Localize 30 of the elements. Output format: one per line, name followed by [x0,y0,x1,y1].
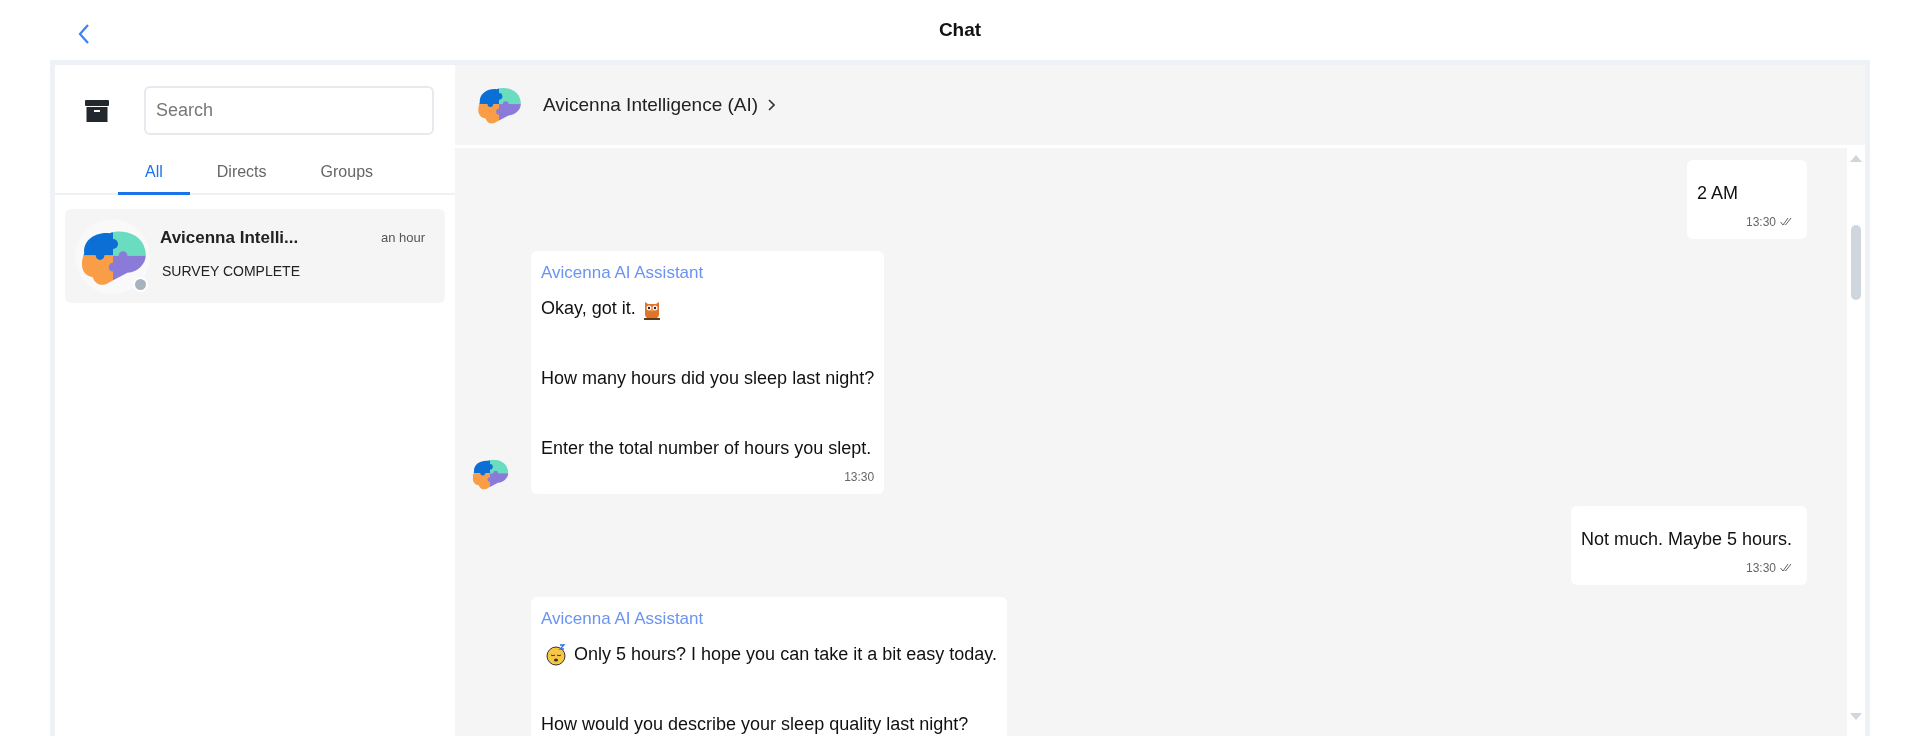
scrollbar[interactable] [1847,148,1865,736]
filter-tab[interactable]: Groups [293,160,401,195]
archive-icon[interactable] [85,99,109,122]
message-time: 13:30 [1745,560,1776,577]
contact-name: Avicenna Intelli... [160,227,299,249]
page-title: Chat [938,17,982,42]
message-text: Okay, got it. [541,297,636,320]
sender-name: Avicenna AI Assistant [541,608,705,630]
filter-tab[interactable]: All [118,160,190,195]
message-text: How many hours did you sleep last night? [541,367,875,390]
chevron-right-icon [768,99,776,111]
message-time: 13:30 [1745,214,1776,231]
scrollbar-thumb[interactable] [1851,225,1861,300]
filter-tab[interactable]: Directs [189,160,294,195]
contact-name-link[interactable]: Avicenna Intelligence (AI) [543,90,776,120]
conversation-item[interactable]: Avicenna Intelli... an hour SURVEY COMPLETE [65,209,445,303]
chevron-left-icon [78,24,90,44]
message-text: Not much. Maybe 5 hours. [1580,528,1792,551]
sleeping-face-icon [546,643,568,666]
message-preview: SURVEY COMPLETE [162,261,301,281]
search-field[interactable]: Search [144,86,434,135]
message-text: Enter the total number of hours you slept. [541,437,872,460]
scroll-up-icon[interactable] [1850,155,1862,162]
sender-name: Avicenna AI Assistant [541,262,705,284]
time-label: an hour [380,229,425,247]
message-text: How would you describe your sleep quality last night? [541,713,969,736]
message-text: Only 5 hours? I hope you can take it a bit easy today. [574,643,997,666]
scroll-down-icon[interactable] [1850,713,1862,720]
message-time: 13:30 [844,469,875,486]
message-text: 2 AM [1697,182,1739,205]
